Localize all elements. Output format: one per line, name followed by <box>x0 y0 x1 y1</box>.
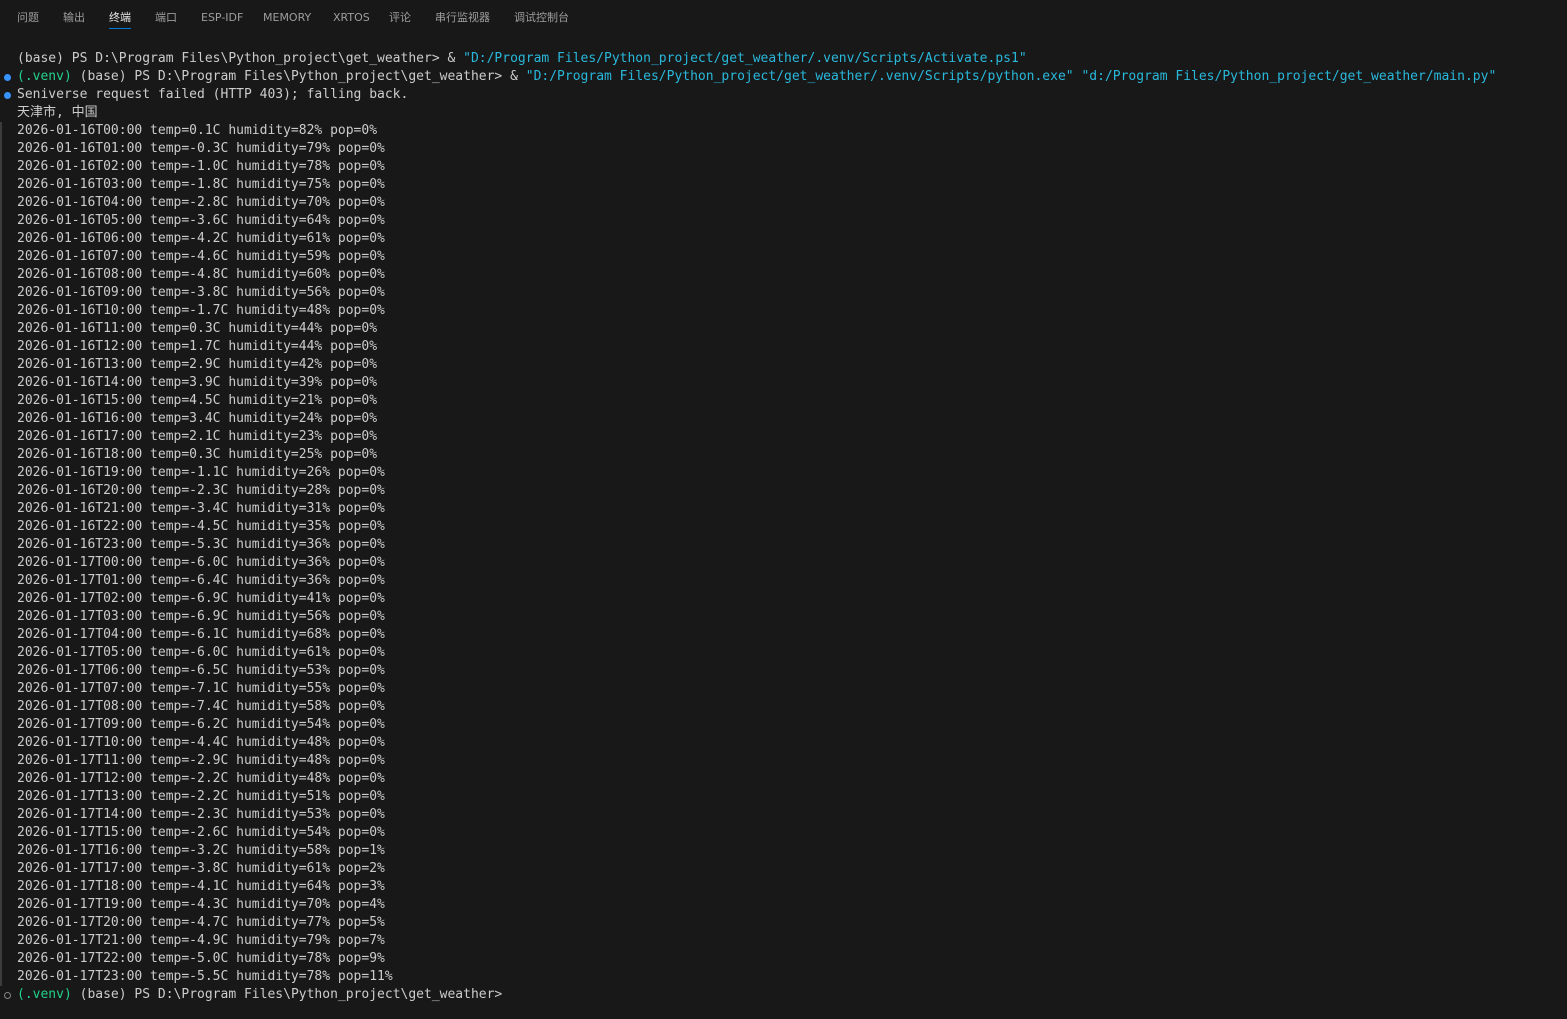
tab-memory[interactable]: MEMORY <box>263 9 311 26</box>
forecast-row: 2026-01-16T00:00 temp=0.1C humidity=82% … <box>17 123 378 138</box>
terminal-line-final-prompt: (.venv) (base) PS D:\Program Files\Pytho… <box>17 986 502 1004</box>
forecast-row: 2026-01-17T09:00 temp=-6.2C humidity=54%… <box>17 717 385 732</box>
forecast-row: 2026-01-17T13:00 temp=-2.2C humidity=51%… <box>17 789 385 804</box>
command-success-decoration-icon[interactable] <box>4 74 11 81</box>
forecast-row: 2026-01-16T14:00 temp=3.9C humidity=39% … <box>17 375 378 390</box>
command-path-string: "D:/Program Files/Python_project/get_wea… <box>463 51 1027 66</box>
forecast-row: 2026-01-16T04:00 temp=-2.8C humidity=70%… <box>17 195 385 210</box>
forecast-row: 2026-01-17T10:00 temp=-4.4C humidity=48%… <box>17 735 385 750</box>
tab-output[interactable]: 输出 <box>63 9 85 26</box>
forecast-row: 2026-01-16T22:00 temp=-4.5C humidity=35%… <box>17 519 385 534</box>
forecast-row: 2026-01-16T16:00 temp=3.4C humidity=24% … <box>17 411 378 426</box>
terminal-line-run-command: (.venv) (base) PS D:\Program Files\Pytho… <box>17 68 1496 86</box>
forecast-row: 2026-01-16T08:00 temp=-4.8C humidity=60%… <box>17 267 385 282</box>
forecast-row: 2026-01-16T23:00 temp=-5.3C humidity=36%… <box>17 537 385 552</box>
forecast-row: 2026-01-17T16:00 temp=-3.2C humidity=58%… <box>17 843 385 858</box>
panel-tab-bar: 问题 输出 终端 端口 ESP-IDF MEMORY XRTOS 评论 串行监视… <box>0 0 1567 35</box>
forecast-row: 2026-01-16T12:00 temp=1.7C humidity=44% … <box>17 339 378 354</box>
terminal-output[interactable]: (base) PS D:\Program Files\Python_projec… <box>0 50 1567 1019</box>
command-prompt: (base) PS D:\Program Files\Python_projec… <box>71 987 503 1002</box>
output-gutter-bar <box>0 122 2 986</box>
forecast-row: 2026-01-16T20:00 temp=-2.3C humidity=28%… <box>17 483 385 498</box>
forecast-row: 2026-01-17T07:00 temp=-7.1C humidity=55%… <box>17 681 385 696</box>
forecast-row: 2026-01-16T03:00 temp=-1.8C humidity=75%… <box>17 177 385 192</box>
tab-terminal[interactable]: 终端 <box>109 9 131 29</box>
forecast-row: 2026-01-16T18:00 temp=0.3C humidity=25% … <box>17 447 378 462</box>
forecast-row: 2026-01-17T23:00 temp=-5.5C humidity=78%… <box>17 969 393 984</box>
forecast-row: 2026-01-16T15:00 temp=4.5C humidity=21% … <box>17 393 378 408</box>
forecast-row: 2026-01-17T02:00 temp=-6.9C humidity=41%… <box>17 591 385 606</box>
venv-indicator: (.venv) <box>17 987 72 1002</box>
command-pending-decoration-icon[interactable] <box>4 992 11 999</box>
forecast-row: 2026-01-16T01:00 temp=-0.3C humidity=79%… <box>17 141 385 156</box>
forecast-row: 2026-01-16T02:00 temp=-1.0C humidity=78%… <box>17 159 385 174</box>
forecast-row: 2026-01-16T05:00 temp=-3.6C humidity=64%… <box>17 213 385 228</box>
command-script-string: "d:/Program Files/Python_project/get_wea… <box>1073 69 1497 84</box>
forecast-row: 2026-01-17T15:00 temp=-2.6C humidity=54%… <box>17 825 385 840</box>
forecast-row: 2026-01-17T20:00 temp=-4.7C humidity=77%… <box>17 915 385 930</box>
forecast-row: 2026-01-16T19:00 temp=-1.1C humidity=26%… <box>17 465 385 480</box>
venv-indicator: (.venv) <box>17 69 72 84</box>
forecast-row: 2026-01-17T22:00 temp=-5.0C humidity=78%… <box>17 951 385 966</box>
forecast-row: 2026-01-17T06:00 temp=-6.5C humidity=53%… <box>17 663 385 678</box>
command-prompt: (base) PS D:\Program Files\Python_projec… <box>17 51 464 66</box>
forecast-row: 2026-01-16T06:00 temp=-4.2C humidity=61%… <box>17 231 385 246</box>
forecast-row: 2026-01-17T19:00 temp=-4.3C humidity=70%… <box>17 897 385 912</box>
command-prompt: (base) PS D:\Program Files\Python_projec… <box>71 69 526 84</box>
forecast-row: 2026-01-17T12:00 temp=-2.2C humidity=48%… <box>17 771 385 786</box>
forecast-row: 2026-01-16T13:00 temp=2.9C humidity=42% … <box>17 357 378 372</box>
forecast-row: 2026-01-16T11:00 temp=0.3C humidity=44% … <box>17 321 378 336</box>
forecast-row: 2026-01-17T03:00 temp=-6.9C humidity=56%… <box>17 609 385 624</box>
forecast-row: 2026-01-17T18:00 temp=-4.1C humidity=64%… <box>17 879 385 894</box>
tab-esp-idf[interactable]: ESP-IDF <box>201 9 243 26</box>
terminal-line-error: Seniverse request failed (HTTP 403); fal… <box>17 87 409 102</box>
forecast-row: 2026-01-17T11:00 temp=-2.9C humidity=48%… <box>17 753 385 768</box>
command-exe-string: "D:/Program Files/Python_project/get_wea… <box>525 69 1074 84</box>
tab-ports[interactable]: 端口 <box>155 9 177 26</box>
forecast-row: 2026-01-17T01:00 temp=-6.4C humidity=36%… <box>17 573 385 588</box>
forecast-row: 2026-01-17T08:00 temp=-7.4C humidity=58%… <box>17 699 385 714</box>
forecast-row: 2026-01-17T04:00 temp=-6.1C humidity=68%… <box>17 627 385 642</box>
forecast-row: 2026-01-17T05:00 temp=-6.0C humidity=61%… <box>17 645 385 660</box>
tab-xrtos[interactable]: XRTOS <box>333 9 370 26</box>
command-success-decoration-icon[interactable] <box>4 92 11 99</box>
forecast-row: 2026-01-17T14:00 temp=-2.3C humidity=53%… <box>17 807 385 822</box>
forecast-row: 2026-01-16T09:00 temp=-3.8C humidity=56%… <box>17 285 385 300</box>
tab-problems[interactable]: 问题 <box>17 9 39 26</box>
tab-debug-console[interactable]: 调试控制台 <box>514 9 569 26</box>
forecast-row: 2026-01-16T10:00 temp=-1.7C humidity=48%… <box>17 303 385 318</box>
forecast-row: 2026-01-17T21:00 temp=-4.9C humidity=79%… <box>17 933 385 948</box>
forecast-row: 2026-01-16T21:00 temp=-3.4C humidity=31%… <box>17 501 385 516</box>
forecast-row: 2026-01-17T00:00 temp=-6.0C humidity=36%… <box>17 555 385 570</box>
forecast-row: 2026-01-17T17:00 temp=-3.8C humidity=61%… <box>17 861 385 876</box>
terminal-line-activate-command: (base) PS D:\Program Files\Python_projec… <box>17 50 1027 68</box>
tab-serial-monitor[interactable]: 串行监视器 <box>435 9 490 26</box>
forecast-row: 2026-01-16T17:00 temp=2.1C humidity=23% … <box>17 429 378 444</box>
terminal-line-location: 天津市, 中国 <box>17 105 98 120</box>
tab-comments[interactable]: 评论 <box>389 9 411 26</box>
forecast-row: 2026-01-16T07:00 temp=-4.6C humidity=59%… <box>17 249 385 264</box>
